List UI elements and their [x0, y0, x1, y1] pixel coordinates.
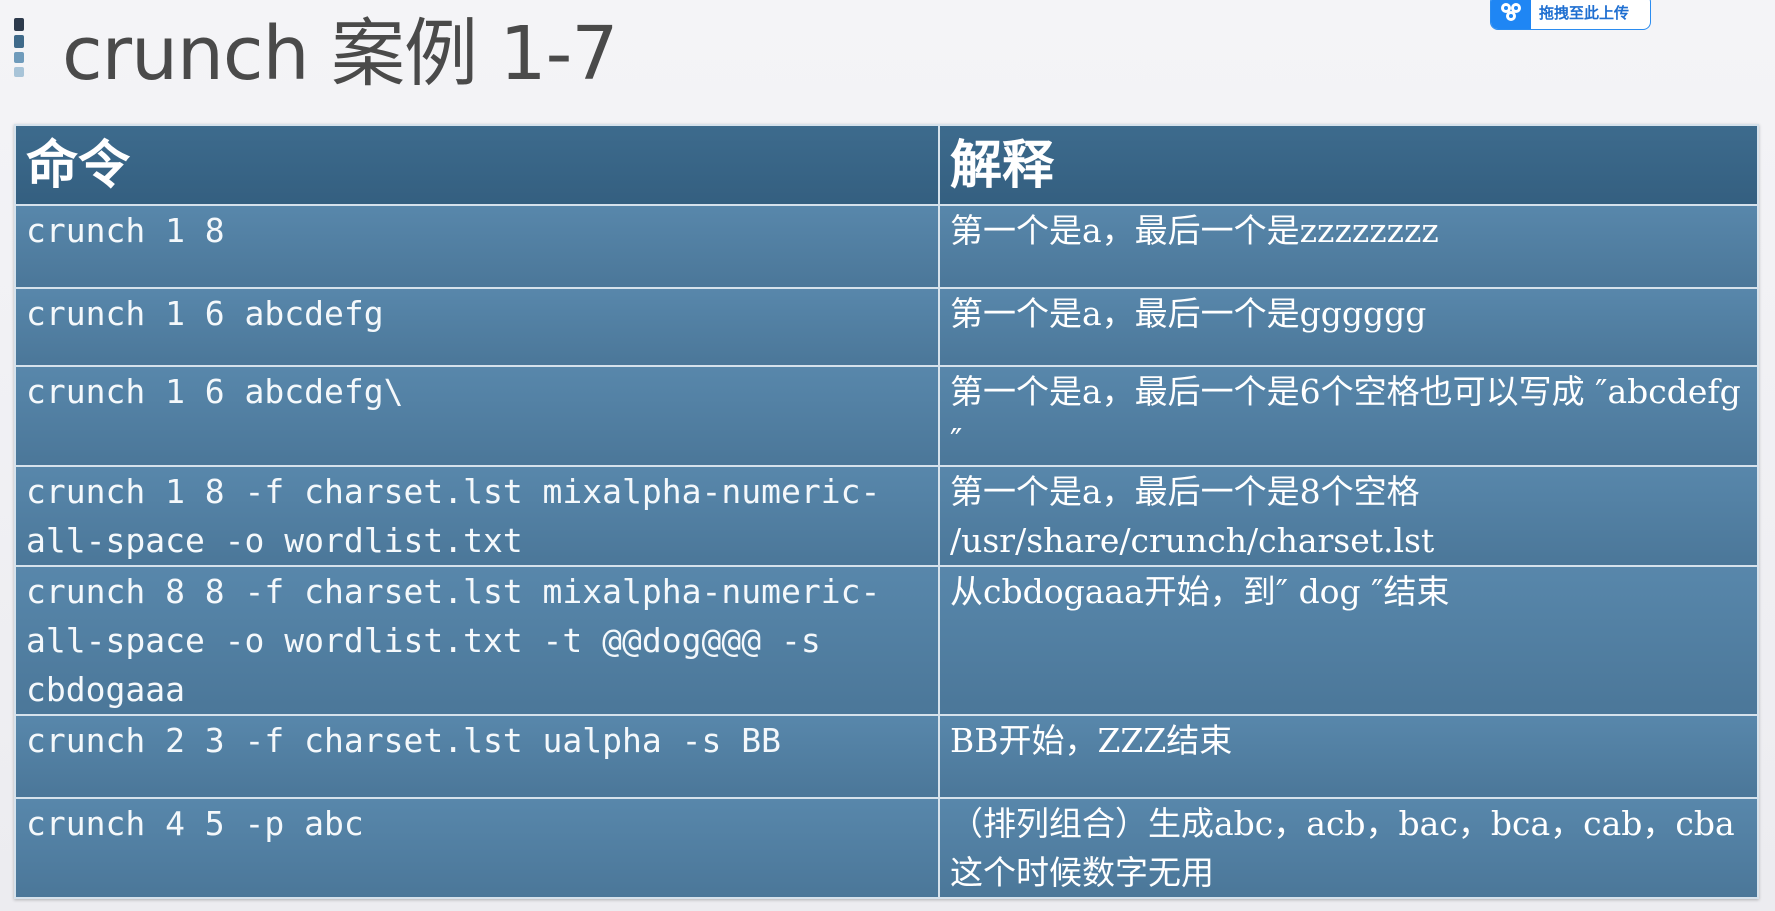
upload-dropzone-button[interactable]: 拖拽至此上传 — [1490, 0, 1651, 30]
command-cell: crunch 1 6 abcdefg\ — [14, 365, 940, 467]
command-cell: crunch 1 8 -f charset.lst mixalpha-numer… — [14, 465, 940, 567]
command-cell: crunch 2 3 -f charset.lst ualpha -s BB — [14, 714, 940, 799]
table-row: crunch 1 8 -f charset.lst mixalpha-numer… — [14, 465, 1759, 567]
explanation-cell: （排列组合）生成abc，acb，bac，bca，cab，cba这个时候数字无用 — [938, 797, 1759, 899]
table-row: crunch 1 6 abcdefg\ 第一个是a，最后一个是6个空格也可以写成… — [14, 365, 1759, 467]
cloud-upload-icon — [1491, 0, 1531, 29]
title-marker-icon — [14, 18, 26, 84]
explanation-cell: 第一个是a，最后一个是gggggg — [938, 287, 1759, 367]
command-cell: crunch 8 8 -f charset.lst mixalpha-numer… — [14, 565, 940, 716]
explanation-cell: 第一个是a，最后一个是6个空格也可以写成 ″abcdefg ″ — [938, 365, 1759, 467]
command-cell: crunch 4 5 -p abc — [14, 797, 940, 899]
explanation-cell: BB开始，ZZZ结束 — [938, 714, 1759, 799]
page-title: crunch 案例 1-7 — [62, 11, 618, 97]
table-row: crunch 2 3 -f charset.lst ualpha -s BB B… — [14, 714, 1759, 799]
header-command: 命令 — [14, 124, 940, 206]
command-cell: crunch 1 6 abcdefg — [14, 287, 940, 367]
table-row: crunch 1 6 abcdefg 第一个是a，最后一个是gggggg — [14, 287, 1759, 367]
header-explanation: 解释 — [938, 124, 1759, 206]
table-header-row: 命令 解释 — [14, 124, 1759, 206]
table-row: crunch 1 8 第一个是a，最后一个是zzzzzzzz — [14, 204, 1759, 289]
explanation-cell: 从cbdogaaa开始，到″ dog ″结束 — [938, 565, 1759, 716]
upload-badge-label: 拖拽至此上传 — [1539, 3, 1630, 22]
table-row: crunch 4 5 -p abc （排列组合）生成abc，acb，bac，bc… — [14, 797, 1759, 899]
explanation-cell: 第一个是a，最后一个是zzzzzzzz — [938, 204, 1759, 289]
slide: crunch 案例 1-7 拖拽至此上传 命令 解释 crunch 1 8 第一… — [0, 0, 1775, 911]
explanation-cell: 第一个是a，最后一个是8个空格 /usr/share/crunch/charse… — [938, 465, 1759, 567]
command-cell: crunch 1 8 — [14, 204, 940, 289]
table-row: crunch 8 8 -f charset.lst mixalpha-numer… — [14, 565, 1759, 716]
command-table: 命令 解释 crunch 1 8 第一个是a，最后一个是zzzzzzzz cru… — [14, 124, 1759, 899]
